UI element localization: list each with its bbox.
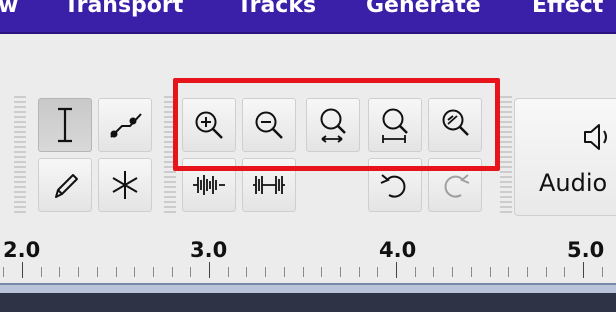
zoom-in-icon — [195, 111, 223, 139]
menu-generate[interactable]: Generate — [366, 0, 481, 20]
menu-effect[interactable]: Effect — [532, 0, 603, 20]
fit-selection-icon — [320, 108, 346, 143]
fit-project-button[interactable] — [368, 98, 422, 152]
audio-setup-label: Audio — [539, 169, 608, 197]
ruler-major-tick — [583, 262, 584, 278]
ruler-minor-tick — [546, 267, 547, 277]
ruler-minor-tick — [59, 267, 60, 277]
ruler-minor-tick — [97, 267, 98, 277]
menu-view[interactable]: w — [0, 0, 18, 20]
ruler-major-tick — [209, 262, 210, 278]
selection-tool-button[interactable] — [38, 98, 92, 152]
ruler-minor-tick — [377, 267, 378, 277]
ruler-minor-tick — [153, 267, 154, 277]
ruler-minor-tick — [359, 267, 360, 277]
ruler-minor-tick — [602, 267, 603, 277]
ruler-minor-tick — [228, 267, 229, 277]
ruler-minor-tick — [340, 267, 341, 277]
ruler-minor-tick — [3, 267, 4, 277]
ruler-minor-tick — [41, 267, 42, 277]
ruler-minor-tick — [527, 267, 528, 277]
ruler-minor-tick — [433, 267, 434, 277]
ruler-minor-tick — [265, 267, 266, 277]
ruler-minor-tick — [284, 267, 285, 277]
multi-tool-button[interactable] — [98, 158, 152, 212]
timeline-ruler[interactable]: 2.0 3.0 4.0 5.0 — [0, 226, 616, 286]
fit-selection-button[interactable] — [306, 98, 360, 152]
ruler-major-tick — [396, 262, 397, 278]
ruler-label: 5.0 — [567, 238, 605, 262]
redo-button[interactable] — [428, 158, 482, 212]
ruler-label: 2.0 — [3, 238, 41, 262]
ruler-minor-tick — [78, 267, 79, 277]
ruler-minor-tick — [246, 267, 247, 277]
ruler-minor-tick — [452, 267, 453, 277]
ruler-minor-tick — [471, 267, 472, 277]
envelope-tool-button[interactable] — [98, 98, 152, 152]
ruler-minor-tick — [134, 267, 135, 277]
ruler-major-tick — [22, 262, 23, 278]
ruler-minor-tick — [303, 267, 304, 277]
ruler-minor-tick — [321, 267, 322, 277]
fit-project-icon — [382, 108, 408, 143]
menu-transport[interactable]: Transport — [64, 0, 183, 20]
zoom-toggle-button[interactable] — [428, 98, 482, 152]
ruler-minor-tick — [508, 267, 509, 277]
zoom-toggle-icon — [442, 109, 469, 136]
ruler-label: 3.0 — [190, 238, 228, 262]
i-beam-icon — [58, 107, 72, 143]
zoom-in-button[interactable] — [182, 98, 236, 152]
trim-icon — [193, 175, 225, 195]
audio-setup-button[interactable]: Audio — [514, 98, 616, 216]
ruler-label: 4.0 — [379, 238, 417, 262]
silence-icon — [253, 176, 285, 194]
speaker-icon — [584, 124, 607, 150]
silence-audio-button[interactable] — [242, 158, 296, 212]
envelope-icon — [110, 113, 142, 138]
redo-icon — [444, 174, 470, 198]
zoom-out-icon — [255, 111, 283, 139]
zoom-out-button[interactable] — [242, 98, 296, 152]
ruler-minor-tick — [490, 267, 491, 277]
asterisk-icon — [112, 171, 138, 199]
track-area — [0, 293, 616, 312]
toolbar-grip[interactable] — [14, 96, 26, 214]
undo-button[interactable] — [368, 158, 422, 212]
trim-audio-button[interactable] — [182, 158, 236, 212]
undo-icon — [380, 174, 406, 198]
ruler-minor-tick — [190, 267, 191, 277]
ruler-minor-tick — [116, 267, 117, 277]
ruler-minor-tick — [564, 267, 565, 277]
ruler-minor-tick — [415, 267, 416, 277]
menu-tracks[interactable]: Tracks — [237, 0, 316, 20]
draw-tool-button[interactable] — [38, 158, 92, 212]
ruler-minor-tick — [172, 267, 173, 277]
menu-bar: w Transport Tracks Generate Effect — [0, 0, 616, 34]
toolbar-grip[interactable] — [164, 96, 176, 214]
toolbar-grip[interactable] — [500, 96, 512, 214]
pencil-icon — [55, 174, 78, 198]
